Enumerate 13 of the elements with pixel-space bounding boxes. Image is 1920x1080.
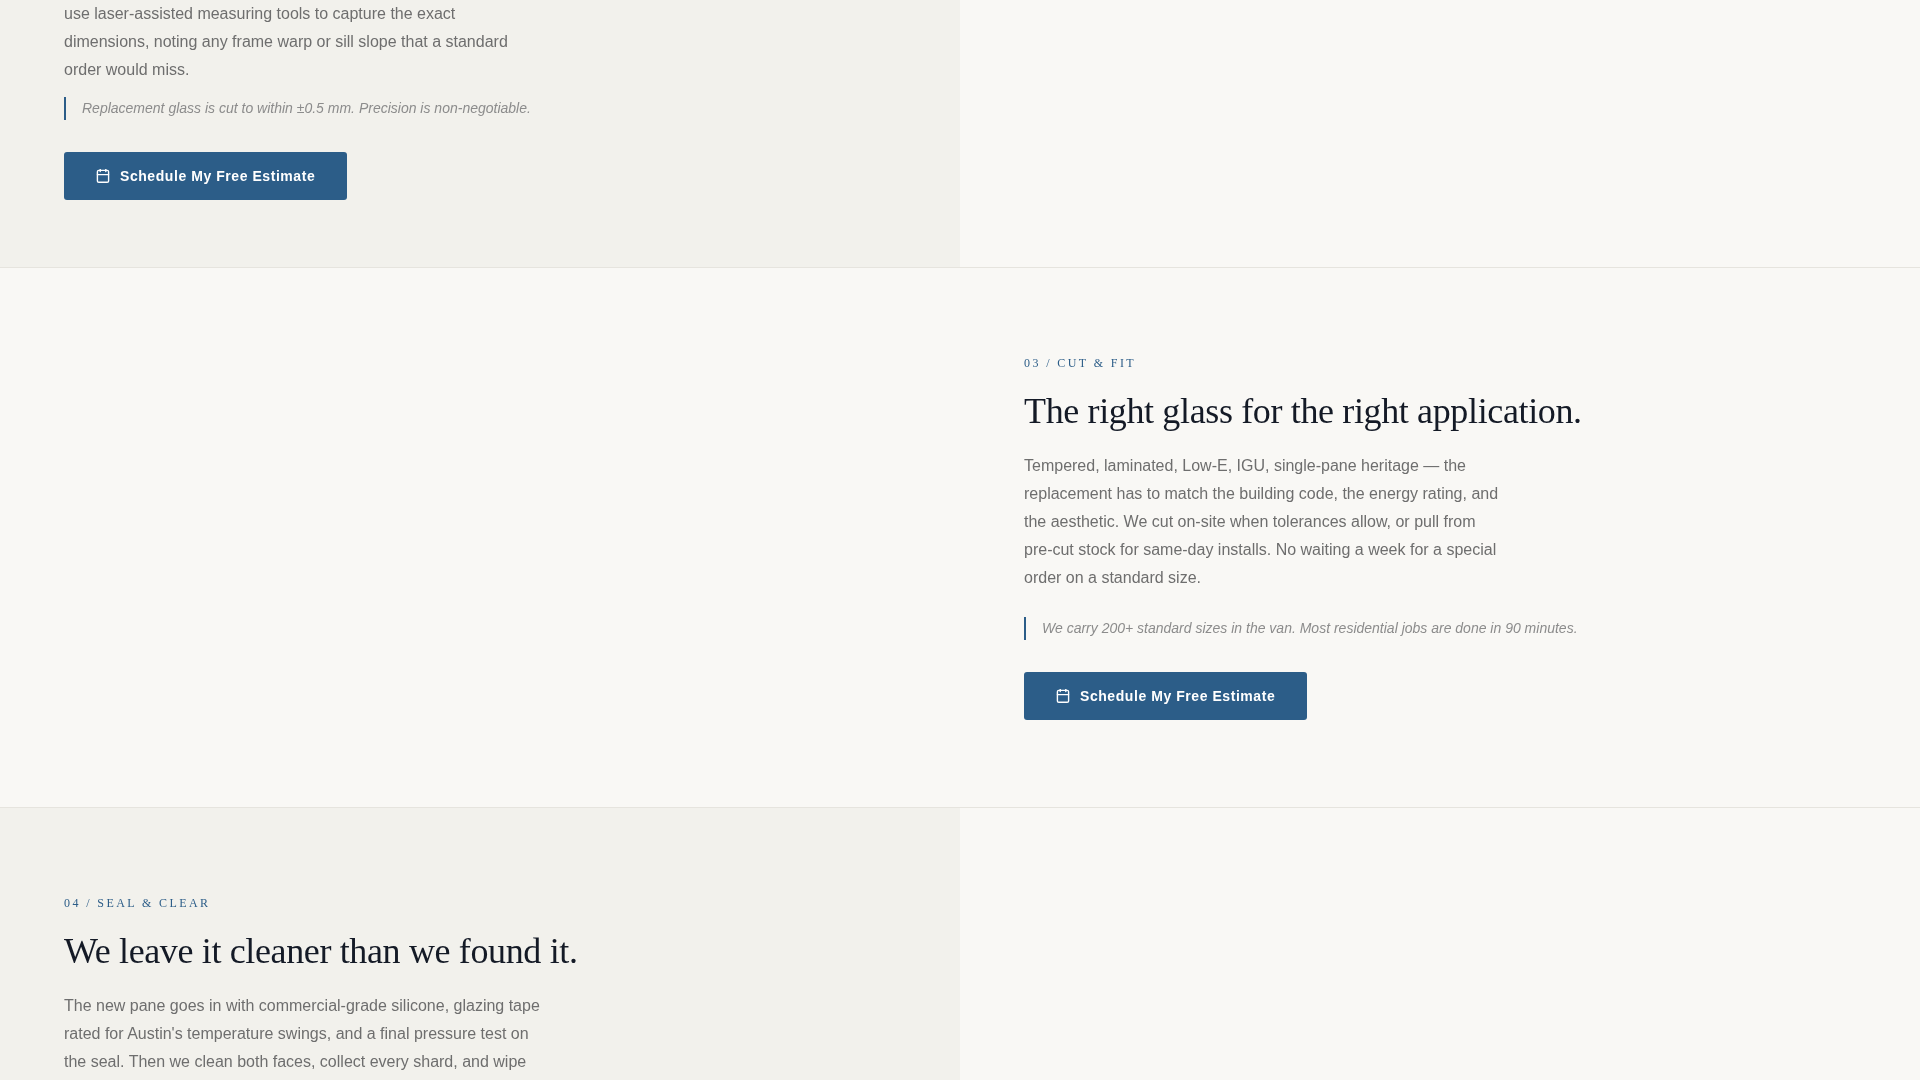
section-paragraph: use laser-assisted measuring tools to capture the exact dimensions, noting any frame warp or sill slope that a standard order would miss. [64,4,509,80]
section-eyebrow: 04 / SEAL & CLEAR [64,895,211,911]
calendar-icon [1056,689,1070,703]
section-paragraph: Tempered, laminated, Low-E, IGU, single-pane heritage — the replacement has to match the building code, the energy rating, and the aesthetic. We cut on-site when tolerances allow, or pull from pre-cut stock for same-day installs. No waiting a week for a special order on a standard size. [1024,456,1500,588]
pull-quote: We carry 200+ standard sizes in the van. Most residential jobs are done in 90 minutes. [1024,617,1578,640]
section-paragraph: The new pane goes in with commercial-grade silicone, glazing tape rated for Austin's temperature swings, and a final pressure test on the seal. Then we clean both faces, collect every shard, and wipe [64,996,541,1072]
schedule-estimate-button[interactable]: Schedule My Free Estimate [64,152,348,200]
calendar-icon [96,169,110,183]
pull-quote: Replacement glass is cut to within ±0.5 mm. Precision is non-negotiable. [64,97,531,120]
schedule-estimate-button[interactable]: Schedule My Free Estimate [1024,672,1308,720]
section-heading: The right glass for the right application. [1024,390,1582,433]
section-eyebrow: 03 / CUT & FIT [1024,355,1137,371]
section-heading: We leave it cleaner than we found it. [64,930,578,973]
